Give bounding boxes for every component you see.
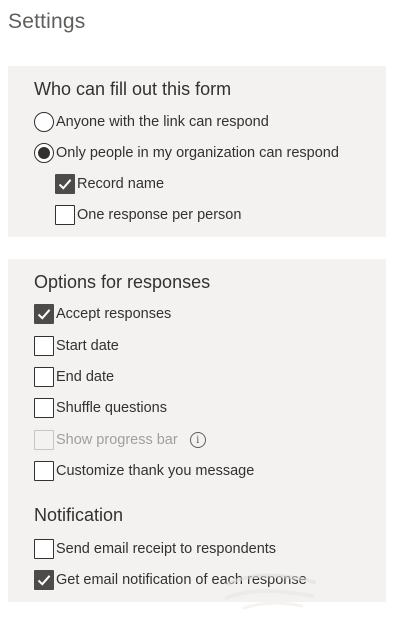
checkbox-label: One response per person [77, 207, 242, 223]
checkbox-end-date[interactable]: End date [34, 366, 114, 388]
checkbox-label: Record name [77, 176, 165, 192]
checkbox-checked-icon[interactable] [55, 174, 75, 194]
checkbox-label: Shuffle questions [56, 400, 167, 416]
checkbox-label: Start date [56, 338, 119, 354]
radio-label: Only people in my organization can respo… [56, 145, 339, 161]
radio-only-organization[interactable]: Only people in my organization can respo… [34, 142, 339, 164]
checkbox-unchecked-icon[interactable] [34, 398, 54, 418]
checkbox-start-date[interactable]: Start date [34, 335, 119, 357]
checkbox-disabled-icon [34, 430, 54, 450]
checkbox-unchecked-icon[interactable] [34, 367, 54, 387]
checkbox-checked-icon[interactable] [34, 570, 54, 590]
who-can-fill-panel: Who can fill out this form Anyone with t… [8, 66, 386, 237]
info-icon[interactable]: i [189, 432, 206, 448]
options-panel: Options for responses Accept responses S… [8, 259, 386, 602]
radio-unselected-icon[interactable] [34, 112, 54, 132]
radio-anyone-with-link[interactable]: Anyone with the link can respond [34, 111, 269, 133]
who-section-title: Who can fill out this form [34, 79, 232, 99]
checkbox-send-email-receipt[interactable]: Send email receipt to respondents [34, 538, 276, 560]
radio-label: Anyone with the link can respond [56, 114, 269, 130]
checkbox-unchecked-icon[interactable] [34, 539, 54, 559]
notification-section-title: Notification [34, 505, 124, 525]
scribble-mark [224, 573, 316, 610]
checkbox-unchecked-icon[interactable] [34, 336, 54, 356]
radio-selected-icon[interactable] [34, 143, 54, 163]
checkbox-show-progress-bar: Show progress bar i [34, 429, 206, 451]
options-section-title: Options for responses [34, 272, 211, 292]
checkbox-customize-thank-you[interactable]: Customize thank you message [34, 460, 254, 482]
checkbox-one-response[interactable]: One response per person [55, 204, 241, 226]
checkbox-label: Customize thank you message [56, 463, 255, 479]
checkbox-record-name[interactable]: Record name [55, 173, 164, 195]
checkbox-label: Accept responses [56, 306, 172, 322]
checkbox-checked-icon[interactable] [34, 304, 54, 324]
checkbox-accept-responses[interactable]: Accept responses [34, 303, 171, 325]
checkbox-label: End date [56, 369, 115, 385]
checkbox-unchecked-icon[interactable] [34, 461, 54, 481]
checkbox-unchecked-icon[interactable] [55, 205, 75, 225]
checkbox-label: Show progress bar [56, 432, 178, 448]
checkbox-label: Send email receipt to respondents [56, 541, 277, 557]
checkbox-shuffle-questions[interactable]: Shuffle questions [34, 397, 167, 419]
page-title: Settings [8, 10, 86, 33]
